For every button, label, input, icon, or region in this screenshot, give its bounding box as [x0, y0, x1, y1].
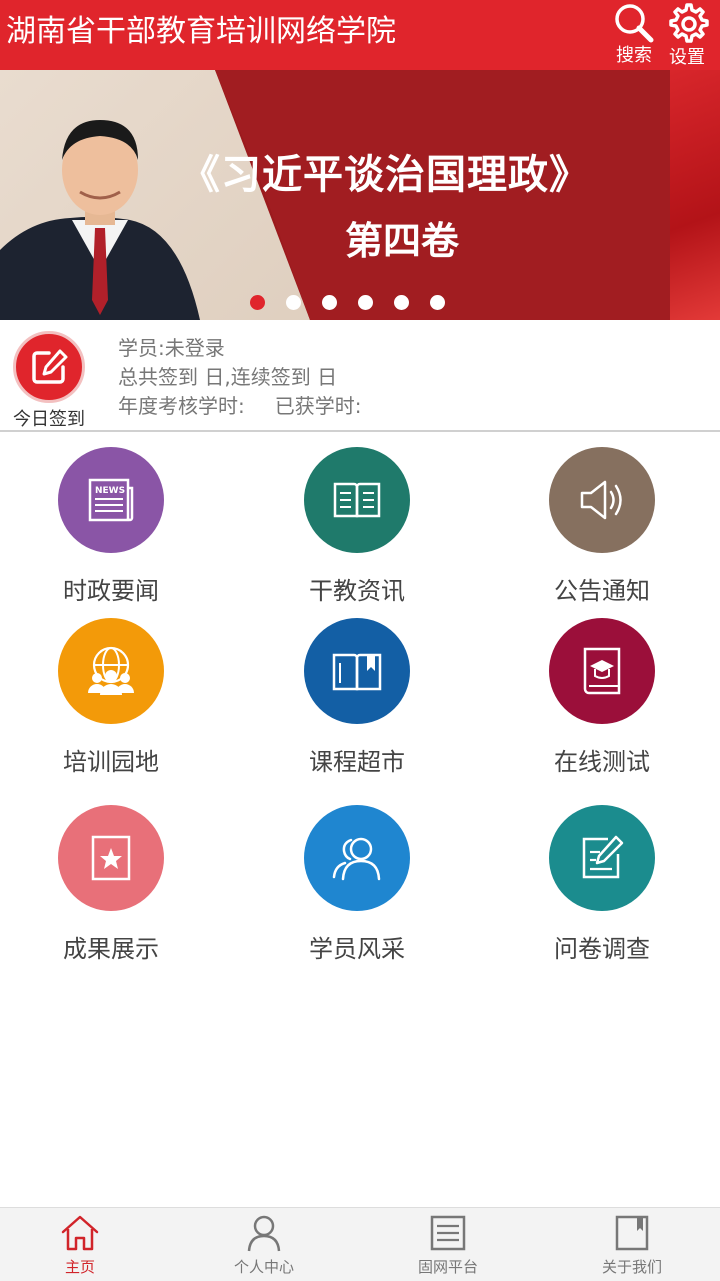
search-button[interactable]: 搜索	[609, 2, 659, 68]
nav-home[interactable]: 主页	[20, 1214, 140, 1277]
bottom-nav: 主页 个人中心 固网平台 关于我们	[0, 1207, 720, 1281]
svg-text:NEWS: NEWS	[95, 486, 125, 496]
newspaper-icon: NEWS	[58, 447, 164, 553]
nav-label: 关于我们	[601, 1258, 662, 1276]
menu-item-online-test[interactable]: 在线测试	[502, 618, 702, 777]
signin-label: 今日签到	[13, 409, 85, 430]
users-icon	[304, 805, 410, 911]
daily-signin-button[interactable]: 今日签到	[8, 328, 90, 430]
edit-note-icon	[549, 805, 655, 911]
menu-label: 课程超市	[309, 748, 405, 776]
nav-platform[interactable]: 固网平台	[388, 1214, 508, 1277]
app-header: 湖南省干部教育培训网络学院 搜索 设置	[0, 0, 720, 70]
global-people-icon	[58, 618, 164, 724]
signin-stats: 总共签到 日,连续签到 日	[118, 365, 338, 389]
menu-label: 培训园地	[63, 748, 159, 776]
settings-label: 设置	[669, 47, 705, 68]
menu-label: 干教资讯	[309, 577, 405, 605]
menu-item-achievements[interactable]: 成果展示	[11, 805, 211, 964]
app-title: 湖南省干部教育培训网络学院	[6, 14, 396, 49]
menu-label: 公告通知	[554, 577, 650, 605]
gear-icon	[669, 3, 709, 43]
banner-carousel[interactable]: 《习近平谈治国理政》 第四卷	[0, 70, 720, 320]
carousel-dot[interactable]	[358, 295, 373, 310]
speaker-icon	[549, 447, 655, 553]
hours-row: 年度考核学时: 已获学时:	[118, 392, 362, 421]
menu-item-student-showcase[interactable]: 学员风采	[257, 805, 457, 964]
carousel-dot[interactable]	[250, 295, 265, 310]
person-icon	[247, 1215, 281, 1252]
signin-circle	[13, 331, 85, 403]
search-label: 搜索	[616, 45, 652, 66]
nav-about-us[interactable]: 关于我们	[572, 1214, 692, 1277]
nav-label: 固网平台	[417, 1258, 478, 1276]
nav-label: 个人中心	[233, 1258, 294, 1276]
menu-label: 问卷调查	[554, 935, 650, 963]
carousel-dot[interactable]	[430, 295, 445, 310]
home-icon	[61, 1215, 99, 1251]
book-bookmark-icon	[304, 618, 410, 724]
search-icon	[615, 4, 654, 43]
signin-panel: 今日签到 学员:未登录 总共签到 日,连续签到 日 年度考核学时: 已获学时:	[0, 320, 720, 432]
banner-book-title: 《习近平谈治国理政》	[180, 152, 590, 198]
exam-book-icon	[549, 618, 655, 724]
banner-book-subtitle: 第四卷	[345, 219, 460, 263]
menu-label: 学员风采	[309, 935, 405, 963]
menu-item-training[interactable]: 培训园地	[11, 618, 211, 777]
menu-item-notice[interactable]: 公告通知	[502, 447, 702, 606]
carousel-indicator	[250, 295, 466, 311]
menu-label: 在线测试	[554, 748, 650, 776]
star-frame-icon	[58, 805, 164, 911]
menu-label: 成果展示	[63, 935, 159, 963]
settings-button[interactable]: 设置	[662, 2, 712, 68]
nav-personal-center[interactable]: 个人中心	[204, 1214, 324, 1277]
earned-hours-label: 已获学时:	[274, 394, 362, 418]
nav-label: 主页	[64, 1258, 95, 1276]
portrait-image	[0, 120, 200, 320]
menu-label: 时政要闻	[63, 577, 159, 605]
bookmark-doc-icon	[615, 1215, 649, 1251]
book-open-icon	[304, 447, 410, 553]
banner-background-right	[670, 70, 720, 320]
carousel-dot[interactable]	[286, 295, 301, 310]
menu-item-cadre-news[interactable]: 干教资讯	[257, 447, 457, 606]
carousel-dot[interactable]	[322, 295, 337, 310]
carousel-dot[interactable]	[394, 295, 409, 310]
menu-item-courses[interactable]: 课程超市	[257, 618, 457, 777]
student-status: 学员:未登录	[118, 336, 225, 360]
annual-hours-label: 年度考核学时:	[118, 394, 245, 418]
menu-item-news[interactable]: NEWS 时政要闻	[11, 447, 211, 606]
list-doc-icon	[430, 1215, 466, 1251]
edit-icon	[32, 349, 68, 384]
student-info: 学员:未登录 总共签到 日,连续签到 日 年度考核学时: 已获学时:	[118, 334, 362, 421]
menu-item-survey[interactable]: 问卷调查	[502, 805, 702, 964]
